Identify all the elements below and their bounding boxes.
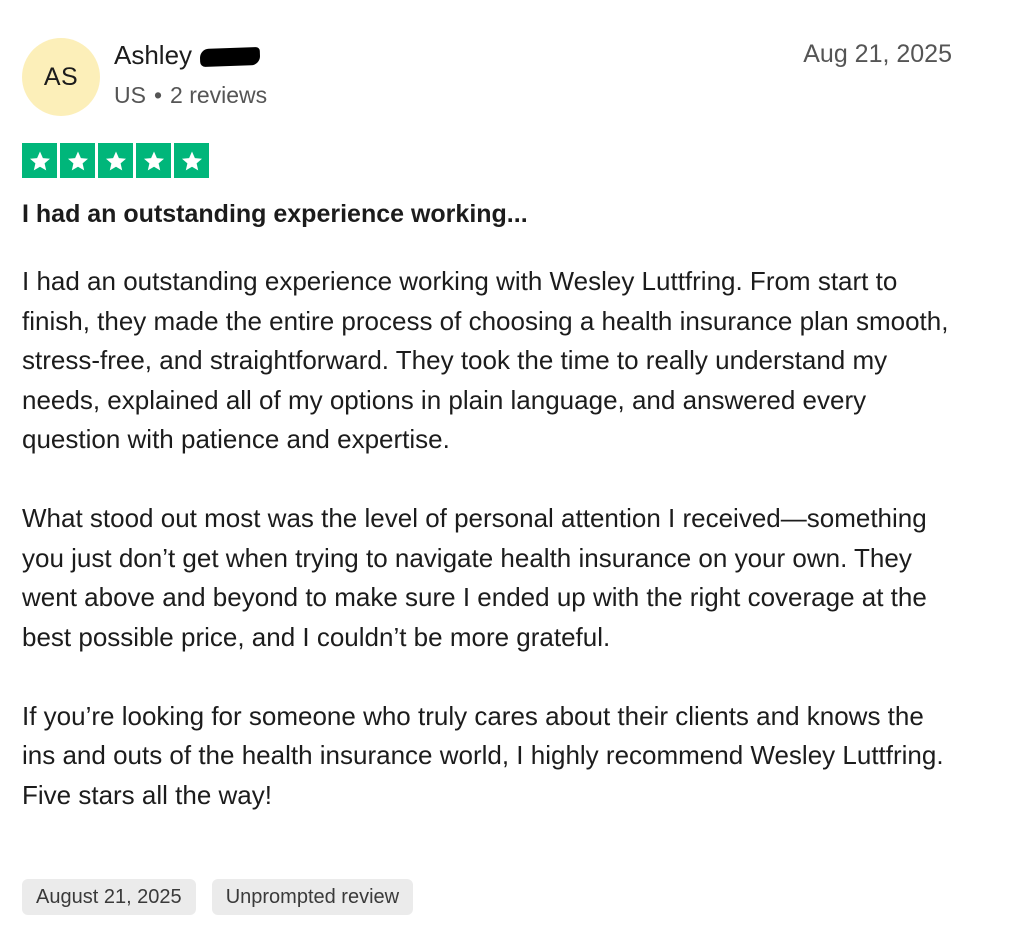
redaction-mark [199,46,261,67]
review-tags: August 21, 2025 Unprompted review [22,879,414,915]
star-rating [22,143,209,178]
review-paragraph: If you’re looking for someone who truly … [22,700,944,810]
star-icon [136,143,171,178]
review-card: AS Ashley US • 2 reviews Aug 21, 2025 I … [0,0,1024,934]
star-icon [60,143,95,178]
star-icon [98,143,133,178]
review-paragraph: What stood out most was the level of per… [22,503,927,652]
unprompted-review-tag[interactable]: Unprompted review [211,879,414,915]
review-paragraph: I had an outstanding experience working … [22,266,949,454]
reviewer-country: US [114,82,146,108]
reviewer-name-row: Ashley [114,40,261,71]
reviewer-name[interactable]: Ashley [114,40,192,71]
experience-date-tag: August 21, 2025 [22,879,196,915]
review-body: I had an outstanding experience working … [22,262,952,855]
review-date: Aug 21, 2025 [803,40,952,68]
meta-separator: • [153,82,163,108]
avatar-initials: AS [43,62,79,91]
avatar[interactable]: AS [22,38,100,116]
star-icon [22,143,57,178]
review-title[interactable]: I had an outstanding experience working.… [22,200,528,229]
reviewer-review-count: 2 reviews [170,82,268,108]
reviewer-meta: US • 2 reviews [114,82,267,109]
star-icon [174,143,209,178]
